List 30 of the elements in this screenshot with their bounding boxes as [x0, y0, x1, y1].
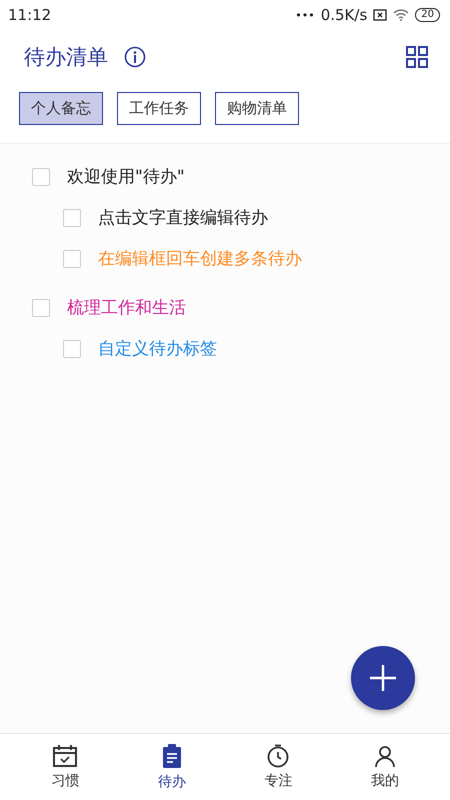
clock-time: 11:12	[8, 6, 52, 24]
plus-icon	[369, 664, 397, 692]
clipboard-icon	[160, 743, 183, 769]
todo-text[interactable]: 欢迎使用"待办"	[67, 165, 185, 188]
nav-tab[interactable]: 习惯	[12, 734, 118, 800]
info-icon[interactable]	[124, 46, 146, 68]
grid-icon[interactable]	[406, 46, 428, 68]
battery-level: 20	[415, 8, 440, 22]
checkbox[interactable]	[63, 208, 81, 226]
network-speed: 0.5K/s	[320, 6, 368, 24]
checkbox[interactable]	[63, 250, 81, 268]
more-dots: •••	[295, 8, 315, 22]
calendar-icon	[52, 744, 78, 768]
tag-tab[interactable]: 购物清单	[215, 92, 299, 125]
todo-text[interactable]: 梳理工作和生活	[67, 296, 186, 319]
sim-icon	[373, 9, 388, 21]
timer-icon	[266, 744, 290, 768]
nav-tab[interactable]: 我的	[332, 734, 438, 800]
checkbox[interactable]	[32, 168, 50, 186]
wifi-icon	[393, 9, 410, 21]
todo-text[interactable]: 自定义待办标签	[98, 337, 217, 360]
tag-tab[interactable]: 个人备忘	[19, 92, 103, 125]
nav-tab[interactable]: 待办	[118, 734, 225, 800]
checkbox[interactable]	[32, 298, 50, 316]
checkbox[interactable]	[63, 340, 81, 358]
page-title: 待办清单	[24, 44, 108, 71]
person-icon	[372, 744, 397, 768]
tag-tab[interactable]: 工作任务	[117, 92, 201, 125]
todo-text[interactable]: 点击文字直接编辑待办	[98, 206, 268, 229]
nav-tab[interactable]: 专注	[225, 734, 332, 800]
